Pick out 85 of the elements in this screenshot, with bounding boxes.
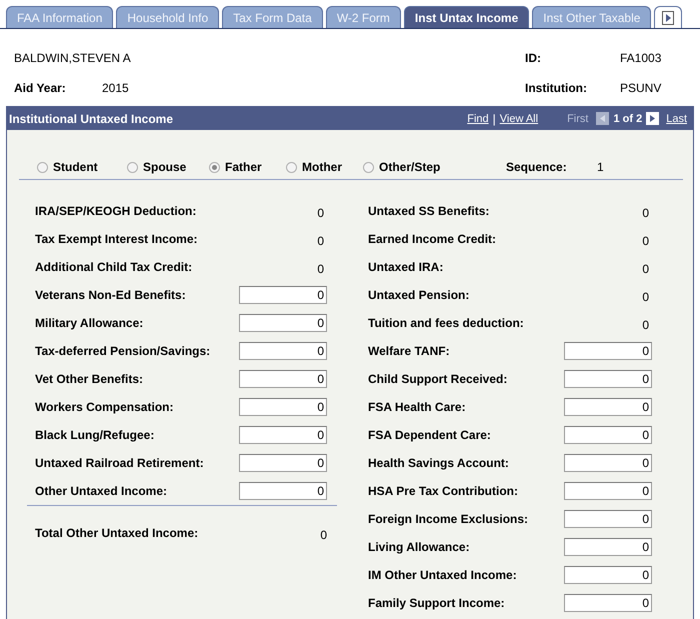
amount-value: 0 bbox=[642, 317, 650, 332]
radio-label: Mother bbox=[302, 160, 342, 174]
amount-field[interactable]: 0 bbox=[239, 342, 327, 360]
field-label: Untaxed Pension: bbox=[368, 288, 470, 302]
last-link[interactable]: Last bbox=[666, 112, 687, 124]
amount-value: 0 bbox=[317, 205, 325, 220]
sequence-value: 1 bbox=[597, 160, 604, 174]
field-label: IM Other Untaxed Income: bbox=[368, 568, 518, 582]
field-label: Welfare TANF: bbox=[368, 344, 451, 358]
find-link[interactable]: Find bbox=[467, 112, 489, 124]
amount-field[interactable]: 0 bbox=[239, 370, 327, 388]
amount-field[interactable]: 0 bbox=[564, 538, 652, 556]
amount-field[interactable]: 0 bbox=[564, 342, 652, 360]
institution-label: Institution: bbox=[525, 81, 588, 95]
radio-button[interactable] bbox=[286, 162, 297, 172]
field-label: Living Allowance: bbox=[368, 540, 471, 554]
amount-field[interactable]: 0 bbox=[239, 398, 327, 416]
triangle-right-icon bbox=[662, 10, 674, 24]
amount-field[interactable]: 0 bbox=[239, 286, 327, 304]
field-label: Tuition and fees deduction: bbox=[368, 316, 525, 330]
id-value: FA1003 bbox=[620, 51, 662, 65]
field-label: FSA Health Care: bbox=[368, 400, 467, 414]
amount-field[interactable]: 0 bbox=[239, 482, 327, 500]
amount-value: 0 bbox=[642, 233, 650, 248]
amount-value: 0 bbox=[642, 261, 650, 276]
tab[interactable]: Inst Untax Income bbox=[404, 6, 530, 28]
field-label: Tax-deferred Pension/Savings: bbox=[35, 344, 212, 358]
amount-field[interactable]: 0 bbox=[564, 398, 652, 416]
previous-icon bbox=[596, 112, 610, 125]
separator: | bbox=[492, 112, 496, 126]
aid-year-value: 2015 bbox=[102, 81, 130, 95]
amount-field[interactable]: 0 bbox=[564, 370, 652, 388]
field-label: IRA/SEP/KEOGH Deduction: bbox=[35, 204, 198, 218]
field-label: Tax Exempt Interest Income: bbox=[35, 232, 198, 246]
institution-value: PSUNV bbox=[620, 81, 662, 95]
field-label: Earned Income Credit: bbox=[368, 232, 498, 246]
field-label: Family Support Income: bbox=[368, 596, 506, 610]
amount-value: 0 bbox=[317, 233, 325, 248]
field-label: FSA Dependent Care: bbox=[368, 428, 492, 442]
scroll-right-button[interactable] bbox=[654, 6, 682, 28]
amount-field[interactable]: 0 bbox=[564, 426, 652, 444]
field-label: Untaxed IRA: bbox=[368, 260, 444, 274]
radio-button[interactable] bbox=[363, 162, 374, 172]
amount-field[interactable]: 0 bbox=[564, 566, 652, 584]
first-label: First bbox=[567, 112, 588, 124]
next-icon[interactable] bbox=[646, 112, 660, 125]
radio-button[interactable] bbox=[37, 162, 48, 172]
field-label: Untaxed Railroad Retirement: bbox=[35, 456, 205, 470]
field-label: Vet Other Benefits: bbox=[35, 372, 144, 386]
field-label: Veterans Non-Ed Benefits: bbox=[35, 288, 187, 302]
sequence-label: Sequence: bbox=[506, 160, 568, 174]
field-label: Health Savings Account: bbox=[368, 456, 510, 470]
amount-field[interactable]: 0 bbox=[239, 314, 327, 332]
field-label: HSA Pre Tax Contribution: bbox=[368, 484, 519, 498]
amount-value: 0 bbox=[317, 261, 325, 276]
page-counter: 1 of 2 bbox=[613, 112, 642, 124]
field-label: Child Support Received: bbox=[368, 372, 508, 386]
student-name: BALDWIN,STEVEN A bbox=[14, 51, 132, 65]
radio-button[interactable] bbox=[127, 162, 138, 172]
amount-value: 0 bbox=[642, 289, 650, 304]
total-value: 0 bbox=[320, 527, 327, 542]
field-label: Black Lung/Refugee: bbox=[35, 428, 156, 442]
amount-field[interactable]: 0 bbox=[239, 426, 327, 444]
amount-field[interactable]: 0 bbox=[564, 594, 652, 612]
amount-field[interactable]: 0 bbox=[564, 482, 652, 500]
field-label: Military Allowance: bbox=[35, 316, 144, 330]
radio-button[interactable] bbox=[209, 162, 220, 172]
field-label: Foreign Income Exclusions: bbox=[368, 512, 530, 526]
amount-field[interactable]: 0 bbox=[239, 454, 327, 472]
field-label: Other Untaxed Income: bbox=[35, 484, 168, 498]
field-label: Workers Compensation: bbox=[35, 400, 174, 414]
id-label: ID: bbox=[525, 51, 542, 65]
section-title: Institutional Untaxed Income bbox=[9, 112, 174, 126]
amount-value: 0 bbox=[642, 205, 650, 220]
view-all-link[interactable]: View All bbox=[500, 112, 538, 124]
radio-label: Student bbox=[53, 160, 98, 174]
amount-field[interactable]: 0 bbox=[564, 510, 652, 528]
amount-field[interactable]: 0 bbox=[564, 454, 652, 472]
radio-label: Father bbox=[225, 160, 262, 174]
radio-label: Other/Step bbox=[379, 160, 440, 174]
field-label: Untaxed SS Benefits: bbox=[368, 204, 490, 218]
field-label: Additional Child Tax Credit: bbox=[35, 260, 194, 274]
aid-year-label: Aid Year: bbox=[14, 81, 67, 95]
radio-label: Spouse bbox=[143, 160, 186, 174]
field-label: Total Other Untaxed Income: bbox=[35, 526, 200, 540]
